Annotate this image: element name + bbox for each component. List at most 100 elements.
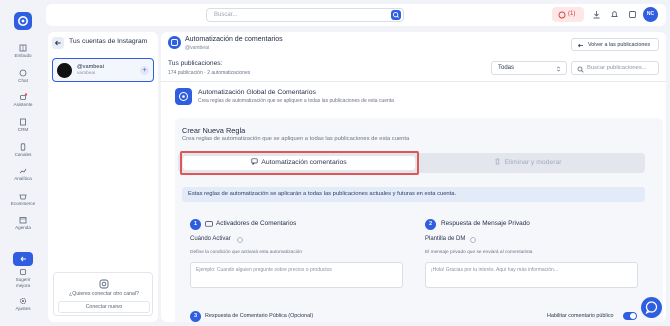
chat-alert-icon <box>558 11 566 18</box>
app-logo[interactable] <box>14 12 32 30</box>
trash-icon <box>495 158 501 165</box>
global-search-input[interactable]: Buscar... <box>206 8 404 22</box>
public-reply-title: Respuesta de Comentario Pública (Opciona… <box>205 313 314 319</box>
accounts-panel: Tus cuentas de Instagram @vambeai vambea… <box>48 32 158 322</box>
chart-icon <box>19 167 27 175</box>
step-number: 2 <box>425 219 436 230</box>
sidebar-item-label: Ecommerce <box>10 201 36 206</box>
inbox-icon[interactable] <box>628 10 637 19</box>
account-name: @vambeai <box>77 64 104 70</box>
back-to-posts-label: Volver a las publicaciones <box>588 42 651 48</box>
left-rail: Embudo Chat Asistente CRM Canales Analít… <box>0 0 46 326</box>
sidebar-item-crm[interactable]: CRM <box>0 118 46 132</box>
sidebar-item-label: Analítica <box>14 176 32 181</box>
dm-template-desc: El mensaje privado que se enviará al com… <box>425 250 533 255</box>
sidebar-item-label: Embudo <box>14 53 32 58</box>
trigger-condition-textarea[interactable]: Ejemplo: Cuando alguien pregunte sobre p… <box>190 262 403 288</box>
sidebar-item-ecommerce[interactable]: Ecommerce <box>0 192 46 206</box>
info-icon[interactable] <box>470 237 476 243</box>
suggest-icon <box>19 268 27 276</box>
download-icon[interactable] <box>592 10 601 19</box>
chevron-updown-icon <box>556 66 561 72</box>
bell-icon[interactable] <box>610 10 619 19</box>
arrow-left-icon <box>54 40 61 46</box>
swap-icon <box>20 256 26 262</box>
when-trigger-label: Cuándo Activar <box>190 236 231 242</box>
sidebar-item-ajustes[interactable]: Ajustes <box>0 297 46 311</box>
tab-delete-moderate[interactable]: Eliminar y moderar <box>415 156 641 170</box>
sidebar-item-label: Sugerir mejora <box>15 277 31 288</box>
sidebar-item-label: Asistente <box>13 102 33 107</box>
filter-value: Todas <box>498 65 515 71</box>
calendar-icon <box>19 216 27 224</box>
collapse-sidebar-button[interactable] <box>13 252 33 266</box>
global-automation-subtitle: Crea reglas de automatización que se apl… <box>198 98 394 104</box>
account-avatar <box>57 63 72 78</box>
enable-public-comment-label: Habilitar comentario público <box>547 313 614 319</box>
new-rule-title: Crear Nueva Regla <box>182 126 246 135</box>
user-avatar[interactable]: NC <box>643 7 658 22</box>
posts-search-input[interactable]: Buscar publicaciones... <box>571 61 659 75</box>
posts-search-placeholder: Buscar publicaciones... <box>587 65 647 71</box>
sidebar-item-label: Canales <box>14 152 32 157</box>
back-to-posts-button[interactable]: Volver a las publicaciones <box>571 38 659 51</box>
tab-label: Eliminar y moderar <box>504 159 562 166</box>
basket-icon <box>19 192 27 200</box>
info-icon[interactable] <box>237 237 243 243</box>
dm-template-textarea[interactable]: ¡Hola! Gracias por tu interés. Aquí hay … <box>425 262 638 288</box>
sidebar-item-agenda[interactable]: Agenda <box>0 216 46 230</box>
notif-count: (1) <box>568 11 576 17</box>
global-automation-title: Automatización Global de Comentarios <box>198 89 316 96</box>
trigger-placeholder: Ejemplo: Cuando alguien pregunte sobre p… <box>196 267 332 273</box>
account-item-selected[interactable]: @vambeai vambeai + <box>52 58 154 82</box>
support-chat-button[interactable] <box>641 297 662 318</box>
chat-bubble-icon <box>645 301 658 315</box>
page-title: Automatización de comentarios <box>185 36 283 43</box>
sidebar-item-sugerir[interactable]: Sugerir mejora <box>0 268 46 288</box>
top-bar: Buscar... (1) NC <box>46 4 666 26</box>
arrow-left-icon <box>577 43 583 48</box>
posts-filter-select[interactable]: Todas <box>491 61 567 75</box>
when-trigger-desc: Define la condición que activará esta au… <box>190 250 302 255</box>
add-icon[interactable]: + <box>140 66 149 75</box>
notifications-badge[interactable]: (1) <box>552 7 584 22</box>
grid-icon <box>19 44 27 52</box>
triggers-title: Activadores de Comentarios <box>216 220 297 227</box>
dm-response-title: Respuesta de Mensaje Privado <box>441 220 530 227</box>
account-handle: vambeai <box>77 71 96 76</box>
assistant-icon <box>19 93 28 101</box>
info-banner: Estas reglas de automatización se aplica… <box>182 187 645 202</box>
sidebar-item-analitica[interactable]: Analítica <box>0 167 46 181</box>
search-icon <box>392 11 399 18</box>
posts-count: 174 publicación · 2 automatizaciones <box>168 70 251 76</box>
panel-title: Tus cuentas de Instagram <box>69 38 148 45</box>
back-button[interactable] <box>52 37 64 49</box>
chat-bubble-icon <box>19 69 27 77</box>
sidebar-item-label: Ajustes <box>15 306 31 311</box>
clipboard-icon <box>19 118 27 126</box>
dm-placeholder: ¡Hola! Gracias por tu interés. Aquí hay … <box>431 267 558 273</box>
sidebar-item-embudo[interactable]: Embudo <box>0 44 46 58</box>
gear-icon <box>19 297 27 305</box>
dm-template-label: Plantilla de DM <box>425 236 466 242</box>
sidebar-item-label: Agenda <box>15 225 31 230</box>
sidebar-item-label: Chat <box>18 78 28 83</box>
sidebar-item-asistente[interactable]: Asistente <box>0 93 46 107</box>
sidebar-item-canales[interactable]: Canales <box>0 143 46 157</box>
step-number: 1 <box>190 219 201 230</box>
connect-new-button[interactable]: Conectar nuevo <box>58 301 150 313</box>
divider <box>161 81 666 82</box>
step-number: 3 <box>190 311 201 322</box>
connect-question: ¿Quieres conectar otro canal? <box>69 291 139 297</box>
sidebar-item-chat[interactable]: Chat <box>0 69 46 83</box>
search-button[interactable] <box>391 10 401 20</box>
comment-icon <box>205 221 213 227</box>
search-icon <box>577 66 584 73</box>
highlight-box <box>180 151 419 175</box>
global-automation-icon <box>175 88 192 105</box>
enable-public-comment-toggle[interactable] <box>623 312 637 320</box>
automation-icon <box>168 36 181 49</box>
phone-icon <box>19 143 27 151</box>
search-placeholder: Buscar... <box>214 12 238 18</box>
connect-channel-box: ¿Quieres conectar otro canal? Conectar n… <box>53 272 153 316</box>
